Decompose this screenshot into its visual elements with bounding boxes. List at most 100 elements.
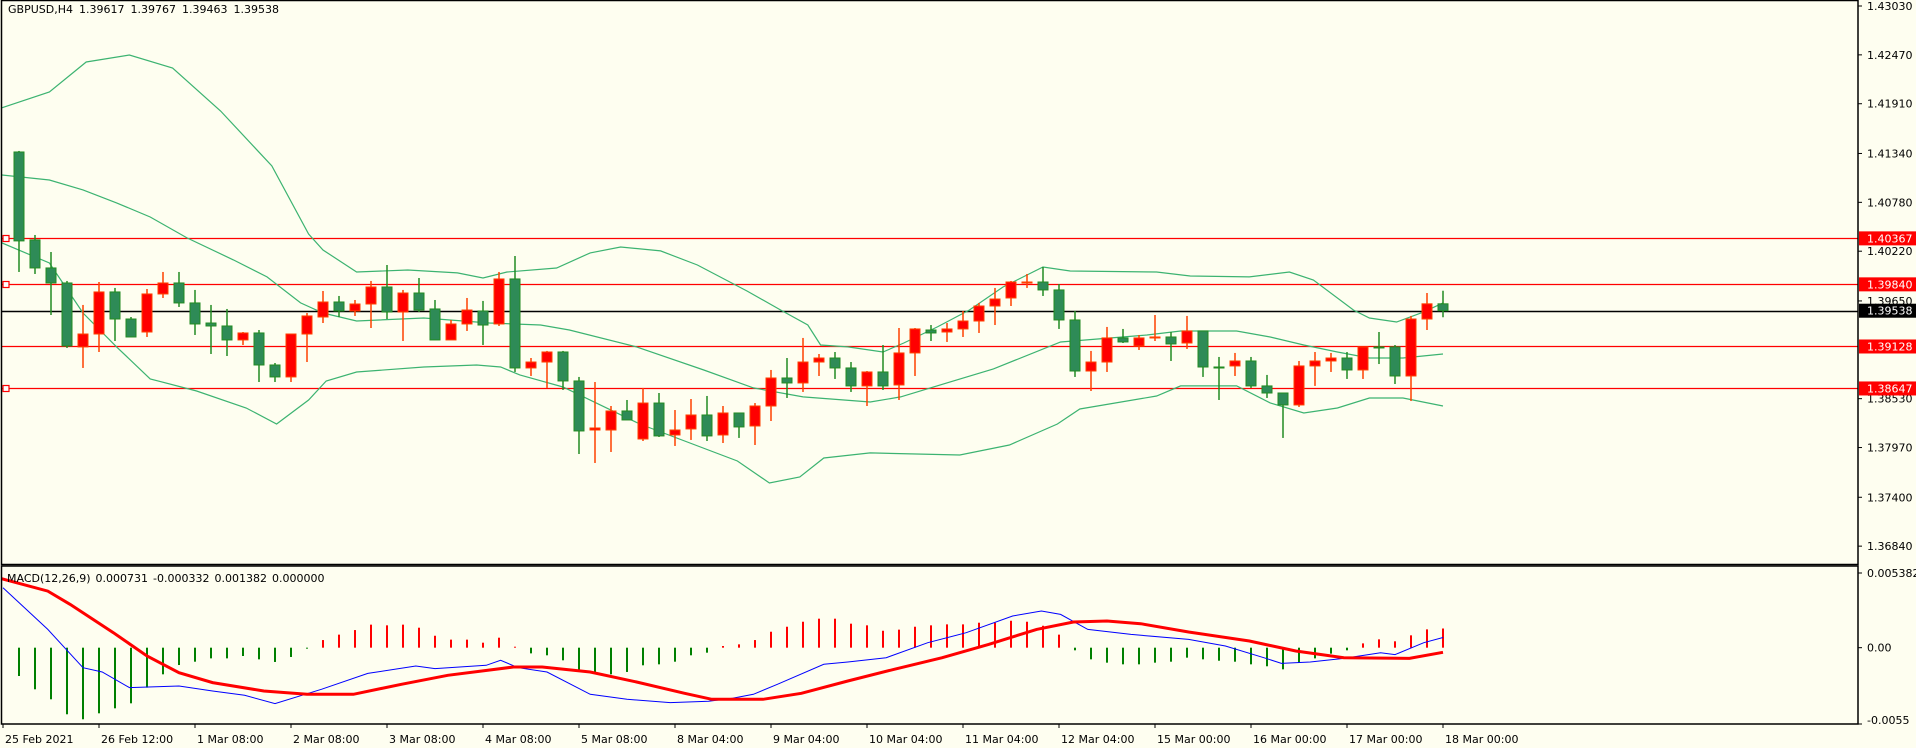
time-tick-label: 17 Mar 00:00 xyxy=(1349,733,1422,746)
chart-canvas[interactable]: 1.43030 1.42470 1.41910 1.41340 1.40780 1.402… xyxy=(0,0,1916,748)
candle-body xyxy=(541,351,553,363)
candle-body xyxy=(461,309,473,325)
candle-body xyxy=(941,328,953,333)
candle-body xyxy=(797,361,809,384)
price-tick-label: 1.41340 xyxy=(1867,147,1913,160)
time-tick-label: 3 Mar 08:00 xyxy=(389,733,455,746)
candle-body xyxy=(1421,303,1433,320)
candle-body xyxy=(1373,346,1385,349)
open-value: 1.39617 xyxy=(78,3,125,16)
time-tick-label: 12 Mar 04:00 xyxy=(1061,733,1134,746)
time-tick-label: 26 Feb 12:00 xyxy=(101,733,173,746)
candle-body xyxy=(1133,337,1145,347)
candle-body xyxy=(525,361,537,369)
candle-body xyxy=(781,377,793,384)
candle-body xyxy=(1309,360,1321,367)
candle-body xyxy=(1405,318,1417,377)
macd-header: MACD(12,26,9) 0.000731 -0.000332 0.001382 0.… xyxy=(7,572,330,585)
candle-body xyxy=(237,332,249,341)
level-marker xyxy=(2,280,10,289)
candle xyxy=(493,271,505,326)
candle-body xyxy=(429,308,441,341)
candle-body xyxy=(349,303,361,312)
candle-body xyxy=(365,286,377,305)
candle-body xyxy=(93,291,105,335)
candle-body xyxy=(653,402,665,437)
candle-body xyxy=(1085,361,1097,372)
macd-tick-label: 0.005382 xyxy=(1867,567,1916,580)
candle-body xyxy=(909,328,921,354)
level-label: 1.40367 xyxy=(1867,232,1913,245)
time-tick-label: 16 Mar 00:00 xyxy=(1253,733,1326,746)
price-chart-header: GBPUSD,H4 1.39617 1.39767 1.39463 1.39538 xyxy=(8,3,285,16)
candle-body xyxy=(205,322,217,327)
candle-body xyxy=(397,292,409,313)
level-label: 1.39538 xyxy=(1867,305,1913,318)
candle-body xyxy=(1245,360,1257,387)
high-value: 1.39767 xyxy=(130,3,176,16)
candle-body xyxy=(1165,336,1177,345)
candle-body xyxy=(973,305,985,322)
price-tick-label: 1.40780 xyxy=(1867,196,1913,209)
candle-body xyxy=(141,293,153,333)
macd-tick-label: -0.0055 xyxy=(1867,714,1909,727)
candle-body xyxy=(813,357,825,363)
candle-body xyxy=(1213,366,1225,369)
candle-body xyxy=(621,410,633,421)
time-tick-label: 2 Mar 08:00 xyxy=(293,733,359,746)
candle-body xyxy=(269,364,281,378)
time-tick-label: 9 Mar 04:00 xyxy=(773,733,839,746)
price-tick-label: 1.40220 xyxy=(1867,245,1913,258)
level-marker xyxy=(2,384,10,393)
price-tick-label: 1.41910 xyxy=(1867,98,1913,111)
low-value: 1.39463 xyxy=(181,3,228,16)
candle-body xyxy=(845,367,857,387)
candle-body xyxy=(877,371,889,387)
close-value: 1.39538 xyxy=(233,3,279,16)
macd-value-1: 0.000731 xyxy=(95,572,149,585)
candle-body xyxy=(893,352,905,386)
time-tick-label: 15 Mar 00:00 xyxy=(1157,733,1230,746)
time-tick-label: 11 Mar 04:00 xyxy=(965,733,1038,746)
time-tick-label: 5 Mar 08:00 xyxy=(581,733,647,746)
candle-body xyxy=(685,414,697,430)
macd-value-3: 0.001382 xyxy=(214,572,268,585)
time-tick-label: 25 Feb 2021 xyxy=(5,733,73,746)
macd-tick-label: 0.00 xyxy=(1867,642,1892,655)
candle-body xyxy=(29,239,41,269)
candle-body xyxy=(509,278,521,369)
candle-body xyxy=(301,315,313,335)
level-label: 1.39128 xyxy=(1867,340,1913,353)
level-marker xyxy=(2,234,10,243)
candle-body xyxy=(333,301,345,312)
candle xyxy=(29,234,41,274)
candle-body xyxy=(1229,360,1241,367)
candle-body xyxy=(701,414,713,437)
candle-body xyxy=(1005,281,1017,299)
candle-body xyxy=(317,301,329,318)
candle-body xyxy=(13,151,25,242)
price-tick-label: 1.43030 xyxy=(1867,0,1913,13)
candle-body xyxy=(1437,303,1449,312)
time-tick-label: 1 Mar 08:00 xyxy=(197,733,263,746)
candle-body xyxy=(829,357,841,369)
candle-body xyxy=(669,429,681,436)
level-label: 1.38647 xyxy=(1867,382,1913,395)
symbol-timeframe: GBPUSD,H4 xyxy=(8,3,73,16)
candle-body xyxy=(285,333,297,378)
candle-body xyxy=(445,323,457,341)
level-label: 1.39840 xyxy=(1867,278,1913,291)
candle-body xyxy=(1117,337,1129,343)
candle-body xyxy=(733,412,745,428)
candle-body xyxy=(1357,346,1369,371)
candle-body xyxy=(1197,330,1209,368)
candle-body xyxy=(1069,319,1081,372)
candle-body xyxy=(189,302,201,325)
time-tick-label: 10 Mar 04:00 xyxy=(869,733,942,746)
candle-body xyxy=(1181,330,1193,344)
candle-body xyxy=(253,332,265,366)
macd-value-4: 0.000000 xyxy=(272,572,325,585)
candle-body xyxy=(605,410,617,431)
price-tick-label: 1.36840 xyxy=(1867,540,1913,553)
candle-body xyxy=(589,427,601,431)
